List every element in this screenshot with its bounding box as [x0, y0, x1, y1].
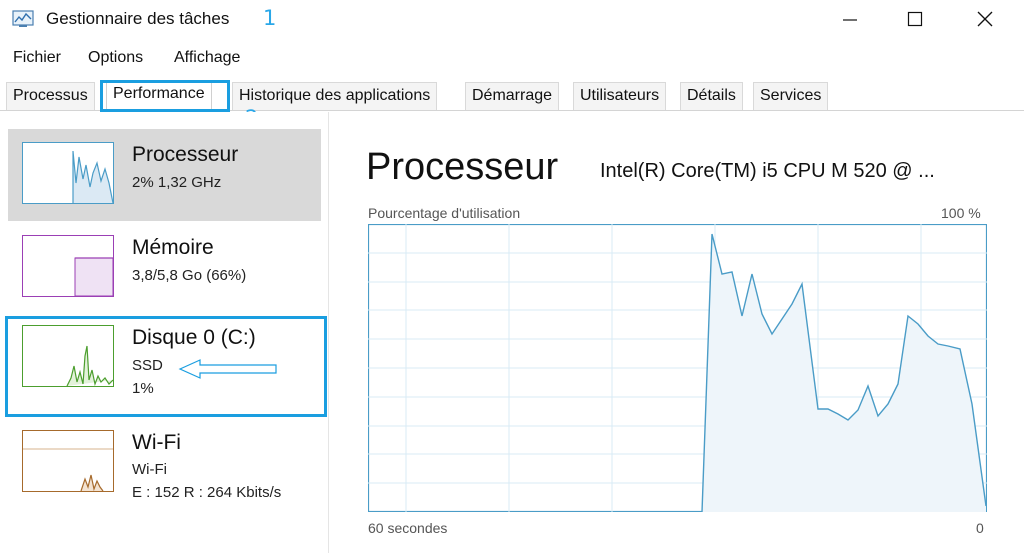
resource-title-wifi: Wi-Fi: [132, 431, 181, 454]
menu-bar: Fichier Options Affichage: [0, 44, 1024, 72]
graph-y-label: Pourcentage d'utilisation: [368, 205, 521, 221]
cpu-usage-graph: [367, 223, 988, 513]
resource-cpu-usage: 2% 1,32 GHz: [132, 174, 222, 191]
close-icon: [977, 11, 993, 27]
disk-item-highlight: [5, 316, 327, 417]
tab-app-history[interactable]: Historique des applications: [232, 82, 438, 111]
tab-processes[interactable]: Processus: [6, 82, 95, 111]
wifi-thumbnail: [22, 430, 114, 492]
resource-item-cpu[interactable]: Processeur 2% 1,32 GHz: [8, 129, 321, 221]
tab-startup[interactable]: Démarrage: [465, 82, 560, 111]
resource-item-wifi[interactable]: Wi-Fi Wi-Fi E : 152 R : 264 Kbits/s: [8, 417, 321, 509]
cpu-model-name: Intel(R) Core(TM) i5 CPU M 520 @ ...: [600, 160, 935, 182]
minimize-button[interactable]: [830, 5, 870, 33]
menu-options[interactable]: Options: [88, 49, 143, 67]
graph-x-left-label: 60 secondes: [368, 520, 448, 536]
maximize-button[interactable]: [895, 5, 935, 33]
resource-title-cpu: Processeur: [132, 143, 239, 166]
window-title: Gestionnaire des tâches: [46, 9, 230, 28]
resource-wifi-throughput: E : 152 R : 264 Kbits/s: [132, 484, 282, 501]
tab-details[interactable]: Détails: [680, 82, 743, 111]
resource-wifi-adapter: Wi-Fi: [132, 461, 167, 478]
cpu-thumbnail: [22, 142, 114, 204]
tab-services[interactable]: Services: [753, 82, 829, 111]
resource-memory-usage: 3,8/5,8 Go (66%): [132, 267, 247, 284]
task-manager-icon: [12, 10, 34, 28]
pane-divider: [328, 112, 329, 553]
resource-item-memory[interactable]: Mémoire 3,8/5,8 Go (66%): [8, 222, 321, 314]
menu-file[interactable]: Fichier: [13, 49, 61, 67]
graph-x-right-label: 0: [976, 520, 984, 536]
tab-users[interactable]: Utilisateurs: [573, 82, 667, 111]
maximize-icon: [907, 11, 923, 27]
page-title: Processeur: [366, 146, 559, 188]
memory-thumbnail: [22, 235, 114, 297]
resource-title-memory: Mémoire: [132, 236, 214, 259]
close-button[interactable]: [965, 5, 1005, 33]
performance-tab-highlight: [100, 80, 230, 112]
minimize-icon: [843, 19, 857, 21]
title-bar: Gestionnaire des tâches 1: [0, 0, 1024, 38]
menu-view[interactable]: Affichage: [174, 49, 240, 67]
annotation-number-1: 1: [263, 6, 277, 30]
graph-y-max-label: 100 %: [941, 205, 981, 221]
